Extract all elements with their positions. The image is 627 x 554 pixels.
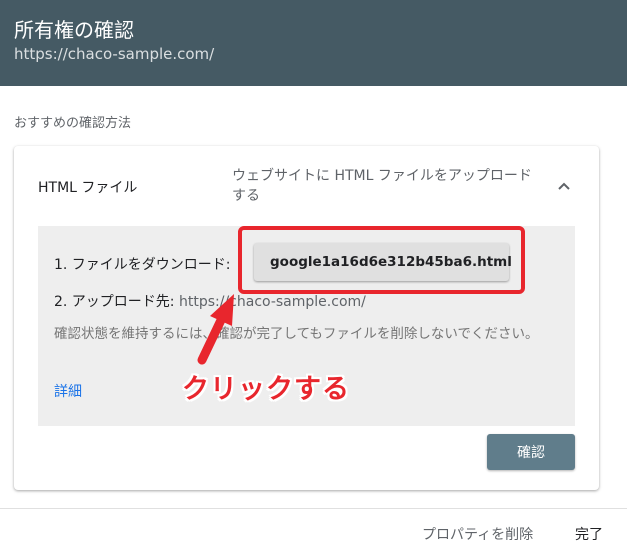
dialog-title: 所有権の確認: [14, 18, 134, 42]
highlight-box: [238, 226, 525, 294]
click-annotation: クリックする: [182, 374, 350, 405]
retention-note: 確認状態を維持するには、確認が完了してもファイルを削除しないでください。: [54, 326, 539, 342]
done-button[interactable]: 完了: [575, 524, 603, 544]
annotation-arrow-icon: [197, 294, 234, 365]
method-description: ウェブサイトに HTML ファイルをアップロードする: [232, 168, 532, 204]
chevron-up-icon[interactable]: [554, 176, 574, 196]
property-url: https://chaco-sample.com/: [14, 45, 215, 63]
section-label: おすすめの確認方法: [14, 116, 132, 131]
method-title: HTML ファイル: [38, 180, 138, 196]
step-download-label: 1. ファイルをダウンロード:: [54, 257, 231, 273]
verify-button[interactable]: 確認: [487, 434, 575, 470]
dialog-footer: プロパティを削除 完了: [0, 508, 627, 554]
details-link[interactable]: 詳細: [54, 381, 82, 401]
step-upload-label: 2. アップロード先:: [54, 294, 175, 310]
dialog-header: 所有権の確認 https://chaco-sample.com/: [0, 0, 627, 86]
delete-property-button[interactable]: プロパティを削除: [422, 524, 533, 544]
